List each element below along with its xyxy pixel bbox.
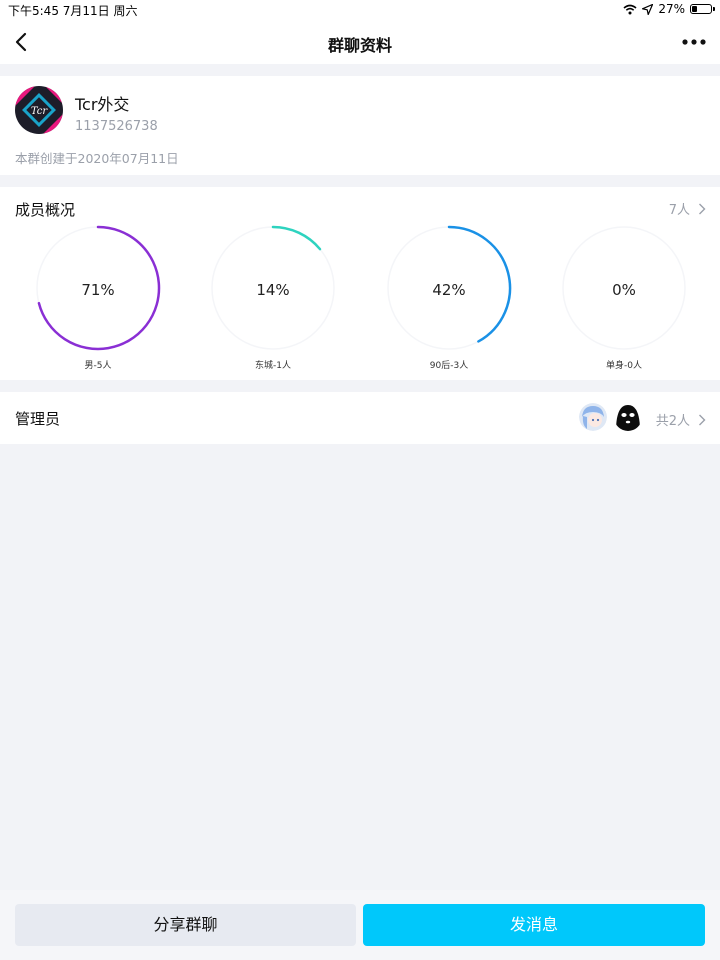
member-stat-label: 单身-0人: [606, 361, 642, 371]
group-avatar: Tcr: [15, 86, 63, 134]
member-stat-percent: 14%: [256, 281, 290, 299]
chevron-right-icon: [699, 203, 706, 214]
member-stat-label: 90后-3人: [429, 361, 469, 371]
member-stat-gender[interactable]: 71% 男-5人: [33, 225, 163, 375]
group-created-date: 本群创建于2020年07月11日: [15, 151, 179, 166]
members-overview-title: 成员概况: [15, 201, 76, 219]
status-time-date: 下午5:45 7月11日 周六: [8, 4, 138, 18]
member-stat-percent: 42%: [432, 281, 466, 299]
members-count: 7人: [668, 203, 690, 218]
member-stat-arc: [271, 225, 322, 251]
share-group-button[interactable]: 分享群聊: [15, 904, 356, 946]
chevron-right-icon: [699, 414, 706, 425]
battery-icon: [690, 4, 715, 14]
group-info-card[interactable]: Tcr Tcr外交 1137526738 本群创建于2020年07月11日: [0, 76, 720, 175]
status-right: 27%: [623, 2, 715, 16]
group-id: 1137526738: [75, 119, 158, 134]
member-stat-age[interactable]: 42% 90后-3人: [384, 225, 514, 375]
admins-row[interactable]: 管理员 共2人: [0, 392, 720, 444]
nav-bar: 群聊资料: [0, 20, 720, 64]
admin-avatar: [579, 403, 607, 431]
admins-count-text: 共2人: [655, 414, 690, 429]
member-stat-label: 男-5人: [84, 361, 112, 371]
bottom-action-bar: 分享群聊 发消息: [0, 890, 720, 960]
member-stat-region[interactable]: 14% 东城-1人: [208, 225, 338, 375]
page-title: 群聊资料: [327, 36, 392, 55]
admins-title: 管理员: [15, 410, 61, 428]
admin-avatar: [614, 403, 642, 431]
members-count-link[interactable]: 7人: [669, 199, 706, 218]
svg-text:Tcr: Tcr: [31, 106, 48, 117]
wifi-icon: [623, 4, 637, 14]
status-bar: 下午5:45 7月11日 周六 27%: [0, 0, 720, 20]
member-stat-percent: 71%: [81, 281, 115, 299]
battery-percent: 27%: [658, 2, 685, 16]
group-name: Tcr外交: [75, 95, 130, 114]
members-overview-card: 成员概况 7人 71% 男-5人 14% 东城-1人 42% 90后-3人 0%…: [0, 187, 720, 380]
admins-count: 共2人: [656, 410, 706, 429]
member-stat-label: 东城-1人: [255, 361, 291, 371]
member-stat-percent: 0%: [612, 281, 636, 299]
battery-fill: [692, 6, 697, 12]
admin-avatars: [579, 403, 642, 431]
send-message-button[interactable]: 发消息: [363, 904, 705, 946]
location-arrow-icon: [642, 3, 654, 15]
more-options-icon[interactable]: [680, 30, 708, 54]
member-stat-single[interactable]: 0% 单身-0人: [559, 225, 689, 375]
